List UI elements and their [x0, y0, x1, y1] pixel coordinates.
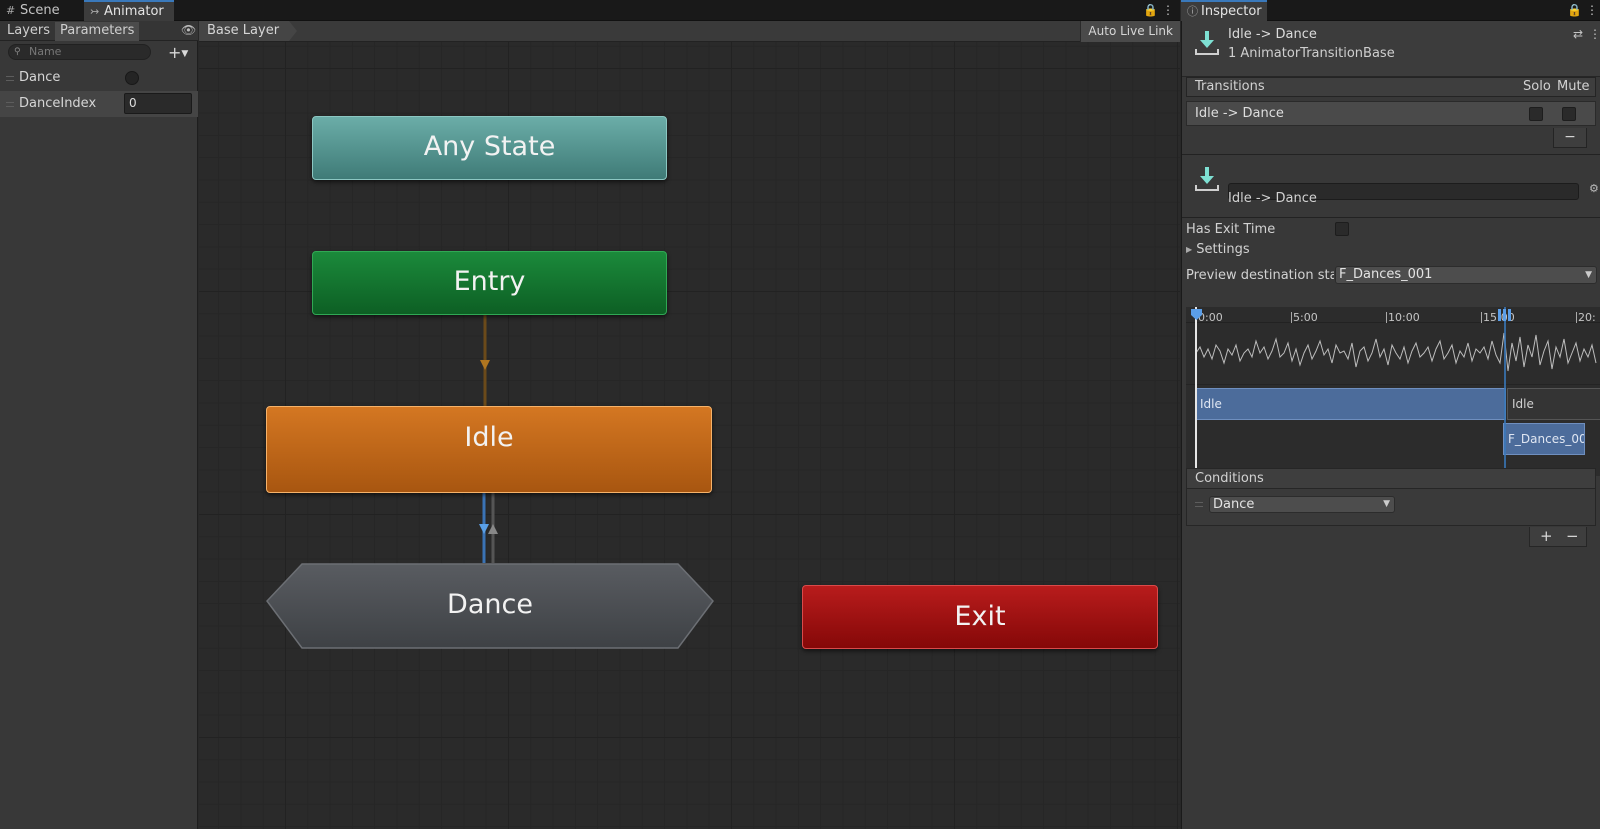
conditions-list: Conditions Dance ▼ — [1186, 468, 1596, 526]
conditions-header: Conditions — [1187, 469, 1595, 489]
header-subtitle: 1 AnimatorTransitionBase — [1228, 46, 1395, 61]
condition-parameter-dropdown[interactable]: Dance ▼ — [1209, 496, 1395, 513]
settings-foldout[interactable]: ▶ Settings — [1186, 242, 1250, 257]
dance-node-label: Dance — [447, 589, 533, 620]
inspector-panel: Idle -> Dance 1 AnimatorTransitionBase ⇄… — [1181, 21, 1600, 829]
transition-timeline[interactable]: 0:00 5:00 10:00 15:00 20: Idle Idle F_Da… — [1186, 307, 1600, 476]
transition-handle-icon[interactable] — [1498, 309, 1512, 321]
remove-transition-button[interactable]: − — [1553, 128, 1587, 148]
chevron-down-icon: ▼ — [1585, 270, 1592, 280]
any-state-node[interactable]: Any State — [312, 116, 667, 180]
entry-node[interactable]: Entry — [312, 251, 667, 315]
playhead-marker-icon[interactable] — [1191, 309, 1203, 321]
chevron-down-icon: ▼ — [1383, 499, 1390, 509]
solo-label: Solo — [1523, 79, 1551, 94]
gear-icon[interactable]: ⚙ — [1589, 182, 1599, 195]
destination-clip-dance[interactable]: F_Dances_00 — [1503, 423, 1585, 455]
more-menu-icon[interactable]: ⋮ — [1586, 0, 1598, 21]
lock-icon[interactable]: 🔒 — [1567, 0, 1582, 21]
more-menu-icon[interactable]: ⋮ — [1589, 27, 1600, 41]
timeline-tick: 5:00 — [1291, 311, 1318, 324]
solo-checkbox[interactable] — [1529, 107, 1543, 121]
transition-icon — [1195, 31, 1219, 55]
timeline-ruler: 0:00 5:00 10:00 15:00 20: — [1186, 307, 1600, 323]
has-exit-time-label: Has Exit Time — [1186, 222, 1276, 237]
preset-icon[interactable]: ⇄ — [1573, 27, 1583, 41]
transition-icon — [1195, 167, 1219, 191]
source-clip-idle-continuation: Idle — [1507, 388, 1600, 420]
preview-destination-dropdown[interactable]: F_Dances_001 ▼ — [1335, 266, 1597, 284]
transitions-list: Transitions Solo Mute Idle -> Dance − — [1186, 77, 1600, 177]
transition-title: Idle -> Dance — [1228, 191, 1317, 206]
mute-label: Mute — [1557, 79, 1590, 94]
curve-preview — [1186, 332, 1600, 385]
header-title: Idle -> Dance — [1228, 27, 1317, 42]
arrow-head-icon — [479, 524, 489, 534]
arrow-head-icon — [480, 360, 490, 370]
mute-checkbox[interactable] — [1562, 107, 1576, 121]
drag-handle-icon[interactable] — [1195, 502, 1203, 507]
tab-inspector[interactable]: ⓘ Inspector — [1181, 0, 1267, 21]
has-exit-time-checkbox[interactable] — [1335, 222, 1349, 236]
exit-node[interactable]: Exit — [802, 585, 1158, 649]
add-condition-button[interactable]: + — [1540, 527, 1553, 545]
idle-state-node[interactable]: Idle — [266, 406, 712, 493]
timeline-tick: 20: — [1576, 311, 1596, 324]
inspector-header: Idle -> Dance 1 AnimatorTransitionBase ⇄… — [1182, 21, 1600, 77]
divider — [1182, 217, 1600, 218]
timeline-tick: 10:00 — [1386, 311, 1420, 324]
arrow-head-icon — [488, 524, 498, 534]
playhead-start-line — [1195, 307, 1197, 476]
transition-marker-line — [1504, 307, 1506, 476]
source-clip-idle[interactable]: Idle — [1196, 388, 1506, 420]
unity-editor: # Scene ↣ Animator 🔒 ⋮ ⓘ Inspector 🔒 ⋮ L… — [0, 0, 1600, 829]
foldout-arrow-icon: ▶ — [1186, 245, 1193, 254]
info-icon: ⓘ — [1187, 5, 1198, 18]
transition-row[interactable]: Idle -> Dance — [1186, 101, 1596, 126]
remove-condition-button[interactable]: − — [1566, 527, 1579, 545]
divider — [1182, 154, 1600, 155]
preview-destination-label: Preview destination state — [1186, 268, 1334, 283]
condition-add-remove: + − — [1529, 527, 1587, 547]
dance-state-node[interactable]: Dance — [266, 563, 714, 649]
transitions-header: Transitions Solo Mute — [1186, 77, 1596, 97]
inspector-tabbar: ⓘ Inspector 🔒 ⋮ — [1181, 0, 1600, 21]
